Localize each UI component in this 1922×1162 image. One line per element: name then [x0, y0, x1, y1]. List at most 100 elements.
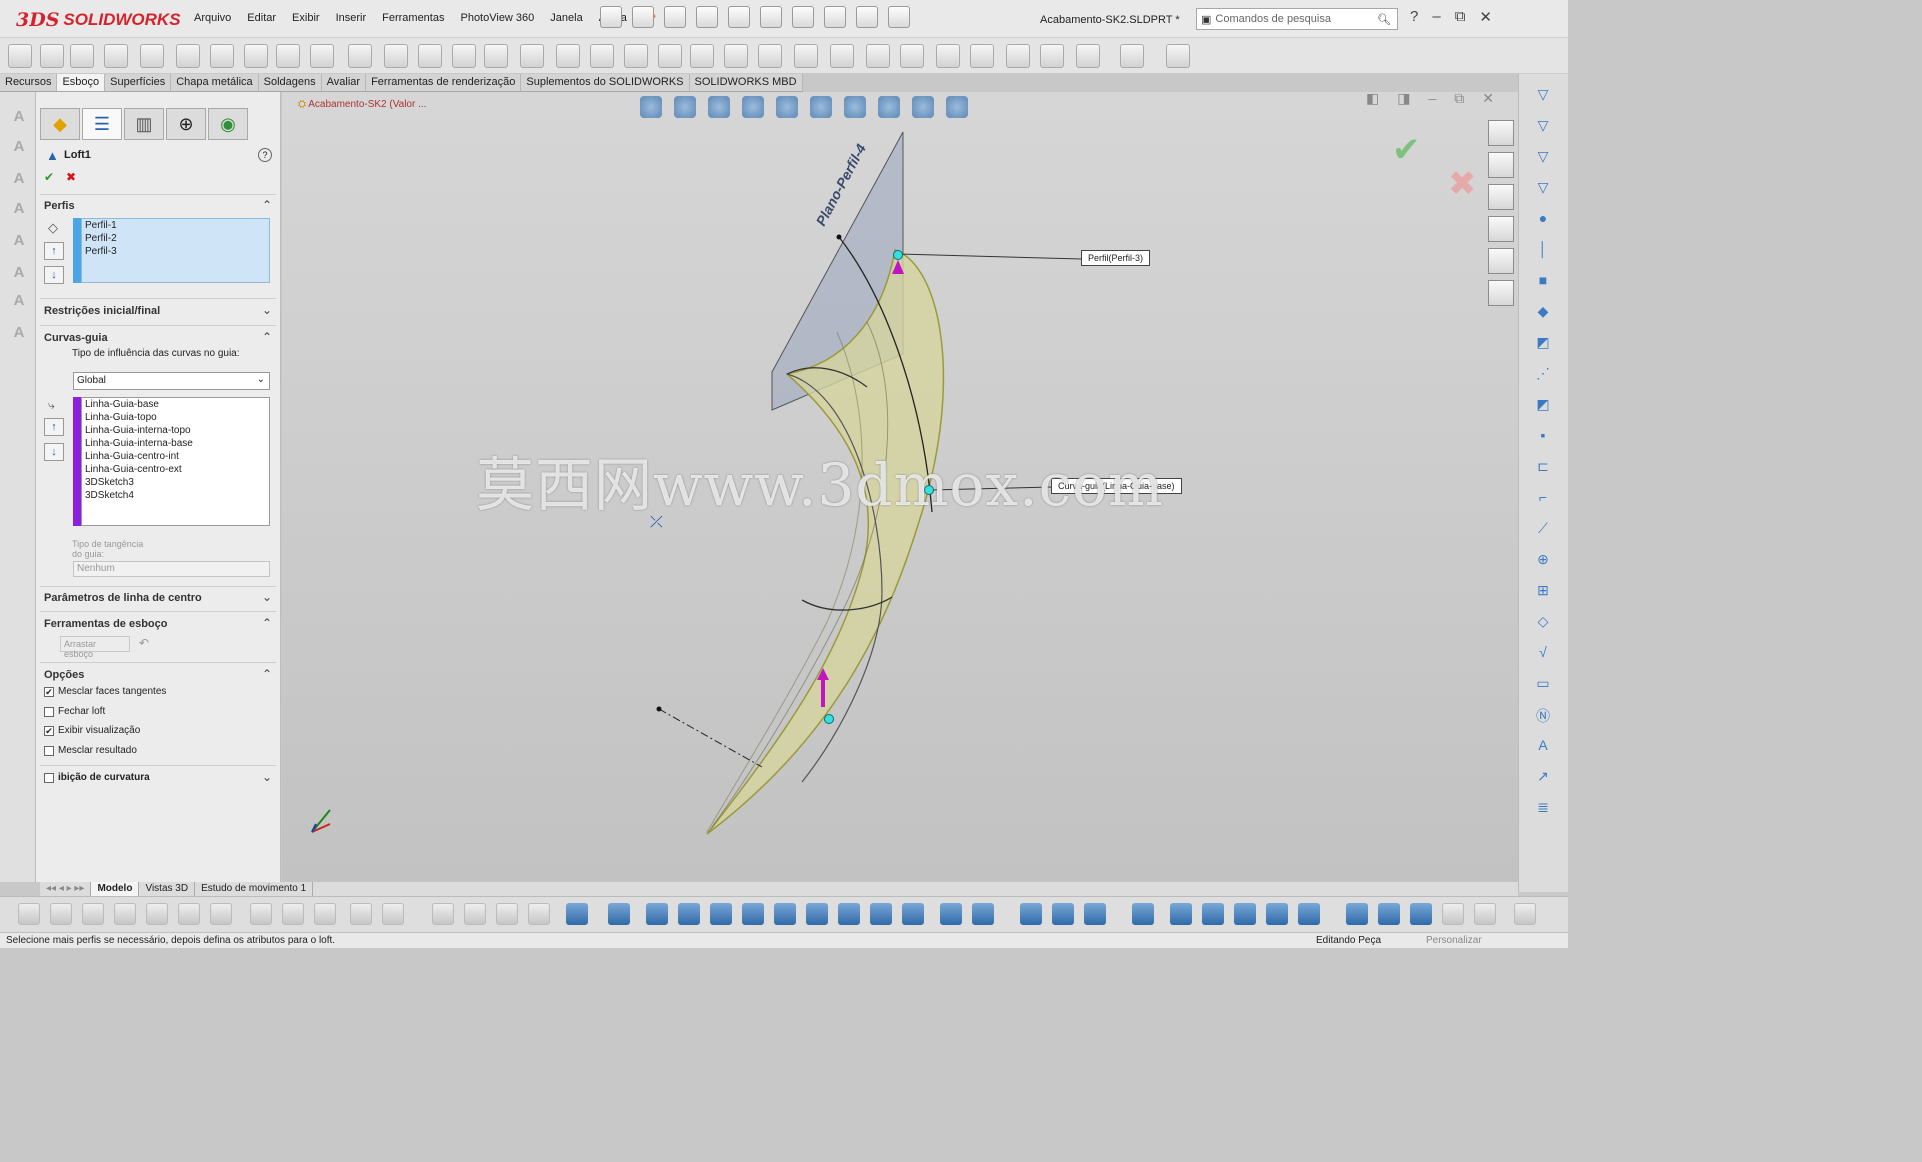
sketch-tool-icon[interactable] [104, 44, 128, 68]
property-manager-tab-icon[interactable]: ☰ [82, 108, 122, 140]
list-item[interactable]: Perfil-1 [82, 219, 269, 232]
sketch-tool-icon[interactable] [520, 44, 544, 68]
bottom-tool-icon[interactable] [1514, 903, 1536, 925]
print-icon[interactable] [696, 6, 718, 28]
view-palette-icon[interactable] [1488, 216, 1514, 242]
selection-filter-icon[interactable]: ▽ [1531, 86, 1555, 110]
tab-vistas-3d[interactable]: Vistas 3D [139, 882, 196, 896]
sketch-text-tool-icon[interactable]: A [8, 108, 30, 130]
list-item[interactable]: Linha-Guia-base [82, 398, 269, 411]
sketch-text-tool-icon[interactable]: A [8, 292, 30, 314]
sketch-tool-icon[interactable] [658, 44, 682, 68]
dimxpert-tab-icon[interactable]: ⊕ [166, 108, 206, 140]
options-gear-icon[interactable] [888, 6, 910, 28]
bottom-tool-icon[interactable] [1170, 903, 1192, 925]
sketch-tool-icon[interactable] [794, 44, 818, 68]
sketch-text-tool-icon[interactable]: A [8, 200, 30, 222]
undo-sketch-drag-icon[interactable]: ↶ [139, 636, 149, 650]
bottom-tool-icon[interactable] [1346, 903, 1368, 925]
selection-filter-icon[interactable]: │ [1531, 241, 1555, 265]
menu-photoview[interactable]: PhotoView 360 [452, 12, 542, 25]
bottom-tool-icon[interactable] [972, 903, 994, 925]
solidworks-logo[interactable]: 3DS SOLIDWORKS [16, 8, 181, 32]
bottom-tool-icon[interactable] [1266, 903, 1288, 925]
menu-exibir[interactable]: Exibir [284, 12, 328, 25]
options-header[interactable]: Opções [44, 669, 84, 681]
display-style-icon[interactable] [810, 96, 832, 118]
bottom-tool-icon[interactable] [1052, 903, 1074, 925]
sketch-tool-icon[interactable] [244, 44, 268, 68]
apply-scene-icon[interactable] [912, 96, 934, 118]
selection-filter-icon[interactable]: ▭ [1531, 675, 1555, 699]
section-view-icon[interactable] [776, 96, 798, 118]
selection-filter-icon[interactable]: Ⓝ [1531, 706, 1555, 730]
sketch-tool-icon[interactable] [866, 44, 890, 68]
selection-filter-icon[interactable]: ⋰ [1531, 365, 1555, 389]
selection-filter-icon[interactable]: ⊞ [1531, 582, 1555, 606]
sketch-tool-icon[interactable] [758, 44, 782, 68]
selection-filter-icon[interactable]: ◩ [1531, 334, 1555, 358]
sketch-text-tool-icon[interactable]: A [8, 232, 30, 254]
sketch-tools-header[interactable]: Ferramentas de esboço [44, 618, 168, 630]
restore-button[interactable]: ⧉ [1455, 8, 1466, 26]
pm-help-button[interactable]: ? [258, 148, 272, 162]
bottom-tool-icon[interactable] [314, 903, 336, 925]
sketch-tool-icon[interactable] [1120, 44, 1144, 68]
zoom-to-fit-icon[interactable] [674, 96, 696, 118]
checkbox-checked[interactable]: ✔ [44, 725, 54, 736]
selection-filter-icon[interactable]: ■ [1531, 272, 1555, 296]
bottom-tool-icon[interactable] [1132, 903, 1154, 925]
collapse-profiles-icon[interactable]: ⌃ [262, 198, 272, 212]
profile-move-up-button[interactable]: ↑ [44, 242, 64, 260]
sketch-text-tool-icon[interactable]: A [8, 324, 30, 346]
profile-move-down-button[interactable]: ↓ [44, 266, 64, 284]
list-item[interactable]: Perfil-2 [82, 232, 269, 245]
hide-show-icon[interactable] [844, 96, 866, 118]
viewport-window-button[interactable]: ⧉ [1454, 90, 1464, 107]
checkbox-checked[interactable]: ✔ [44, 686, 54, 697]
guide-move-down-button[interactable]: ↓ [44, 443, 64, 461]
bottom-tool-icon[interactable] [210, 903, 232, 925]
bottom-tool-icon[interactable] [1474, 903, 1496, 925]
bottom-tool-icon[interactable] [838, 903, 860, 925]
feature-manager-tab-icon[interactable]: ◆ [40, 108, 80, 140]
collapse-options-icon[interactable]: ⌃ [262, 667, 272, 681]
confirm-corner-ok-icon[interactable]: ✔ [1392, 130, 1421, 170]
sketch-tool-icon[interactable] [70, 44, 94, 68]
resources-icon[interactable] [1488, 152, 1514, 178]
sketch-tool-icon[interactable] [418, 44, 442, 68]
custom-properties-icon[interactable] [1488, 280, 1514, 306]
drag-sketch-button[interactable]: Arrastar esboço [60, 636, 130, 659]
search-icon[interactable]: 🔍︎ [1377, 13, 1391, 26]
configuration-manager-tab-icon[interactable]: ▥ [124, 108, 164, 140]
list-item[interactable]: Linha-Guia-centro-ext [82, 463, 269, 476]
selection-filter-icon[interactable]: A [1531, 737, 1555, 761]
menu-janela[interactable]: Janela [542, 12, 590, 25]
bottom-tool-icon[interactable] [608, 903, 630, 925]
bottom-tool-icon[interactable] [350, 903, 372, 925]
bottom-tool-icon[interactable] [902, 903, 924, 925]
sketch-tool-icon[interactable] [348, 44, 372, 68]
menu-arquivo[interactable]: Arquivo [186, 12, 239, 25]
sketch-tool-icon[interactable] [140, 44, 164, 68]
file-explorer-icon[interactable] [1488, 184, 1514, 210]
selection-filter-icon[interactable]: ◇ [1531, 613, 1555, 637]
bottom-tool-icon[interactable] [432, 903, 454, 925]
bottom-tool-icon[interactable] [1202, 903, 1224, 925]
close-button[interactable]: ✕ [1479, 8, 1492, 26]
bottom-tool-icon[interactable] [1442, 903, 1464, 925]
tree-breadcrumb[interactable]: ⛭ Acabamento-SK2 (Valor ... [298, 99, 426, 110]
merge-tangent-faces-checkbox[interactable]: ✔ Mesclar faces tangentes [44, 686, 166, 697]
ok-button[interactable]: ✔ [44, 170, 54, 184]
tab-mbd[interactable]: SOLIDWORKS MBD [690, 74, 803, 91]
bottom-tool-icon[interactable] [1410, 903, 1432, 925]
open-icon[interactable] [632, 6, 654, 28]
bottom-tool-icon[interactable] [566, 903, 588, 925]
sketch-tool-icon[interactable] [310, 44, 334, 68]
tab-superficies[interactable]: Superfícies [105, 74, 172, 91]
expand-curvature-icon[interactable]: ⌄ [262, 770, 272, 784]
selection-filter-icon[interactable]: ⌐ [1531, 489, 1555, 513]
bottom-tool-icon[interactable] [18, 903, 40, 925]
selection-filter-icon[interactable]: ↗ [1531, 768, 1555, 792]
list-item[interactable]: 3DSketch3 [82, 476, 269, 489]
